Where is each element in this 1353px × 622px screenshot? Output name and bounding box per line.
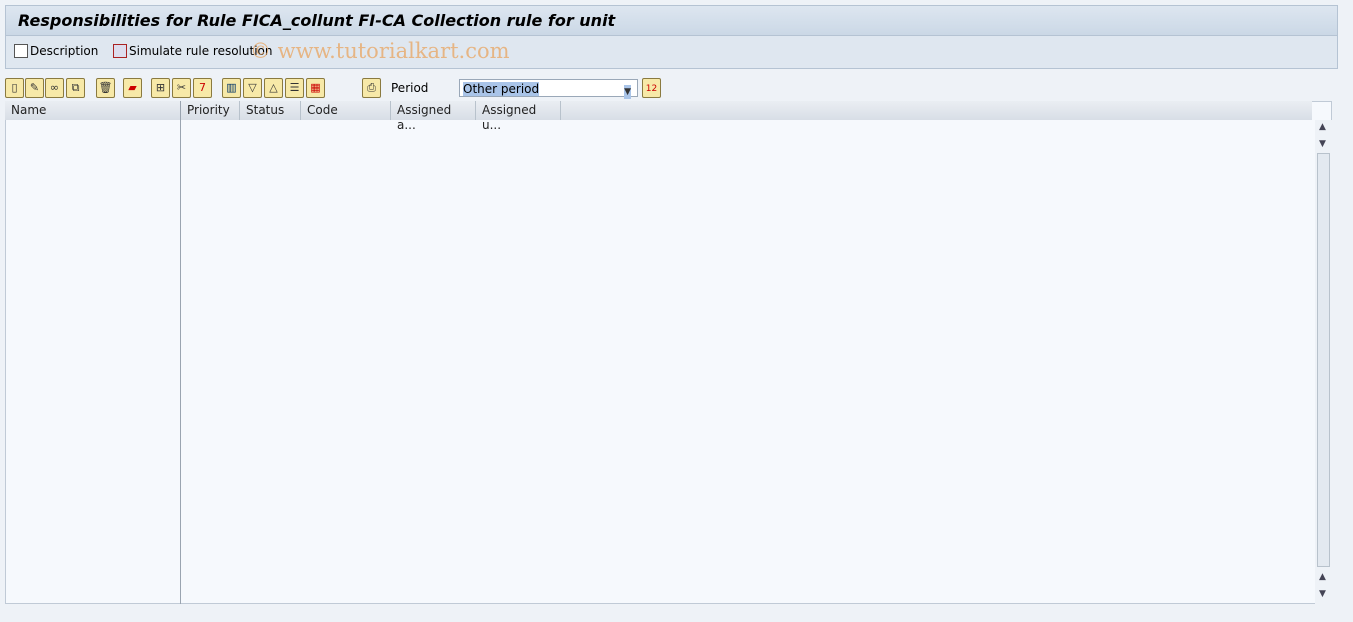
column-header-status[interactable]: Status — [240, 101, 301, 120]
layout-icon: ▦ — [310, 81, 321, 94]
hierarchy-button[interactable]: ⊞ — [151, 78, 170, 98]
period-value: Other period — [463, 82, 540, 96]
page-title: Responsibilities for Rule FICA_collunt F… — [18, 11, 616, 30]
copy-button[interactable]: ⧉ — [66, 78, 85, 98]
collapse-button[interactable]: △ — [264, 78, 283, 98]
description-label: Description — [30, 44, 99, 58]
column-header-name[interactable]: Name — [5, 101, 181, 120]
columns-icon: ▥ — [226, 81, 237, 94]
scroll-up-icon[interactable]: ▲ — [1319, 122, 1326, 132]
calendar-icon: 12 — [645, 84, 658, 94]
layout-button[interactable]: ▦ — [306, 78, 325, 98]
date-button[interactable]: 7 — [193, 78, 212, 98]
print-button[interactable]: ⎙ — [362, 78, 381, 98]
column-header-filler — [561, 101, 1312, 120]
display-button[interactable]: ∞ — [45, 78, 64, 98]
hierarchy-icon: ⊞ — [155, 81, 166, 94]
column-header-code[interactable]: Code — [301, 101, 391, 120]
display-icon: ∞ — [49, 81, 60, 94]
scroll-page-up-icon[interactable]: ▲ — [1319, 572, 1326, 582]
period-dropdown[interactable]: Other period ▼ — [459, 79, 638, 99]
create-icon: ▯ — [11, 81, 18, 94]
cut-button[interactable]: ✂ — [172, 78, 191, 98]
expand-button[interactable]: ▽ — [243, 78, 262, 98]
description-button[interactable]: Description — [14, 44, 98, 58]
column-header-priority[interactable]: Priority — [181, 101, 240, 120]
transport-icon: ▰ — [128, 81, 137, 94]
column-header-assigned-u[interactable]: Assigned u... — [476, 101, 561, 132]
date-icon: 7 — [199, 81, 206, 94]
cut-icon: ✂ — [176, 81, 187, 94]
title-bar: Responsibilities for Rule FICA_collunt F… — [5, 5, 1338, 36]
copy-icon: ⧉ — [71, 81, 80, 94]
document-icon — [14, 44, 28, 58]
application-toolbar: Description Simulate rule resolution — [5, 36, 1338, 69]
scroll-page-down-icon[interactable]: ▼ — [1319, 589, 1326, 599]
responsibilities-table — [5, 101, 1332, 604]
print-icon: ⎙ — [367, 81, 376, 94]
edit-button[interactable]: ✎ — [25, 78, 44, 98]
watermark: © www.tutorialkart.com — [250, 39, 510, 63]
columns-button[interactable]: ▥ — [222, 78, 241, 98]
transport-button[interactable]: ▰ — [123, 78, 142, 98]
calendar-button[interactable]: 12 — [642, 78, 661, 98]
pane-divider[interactable] — [180, 101, 181, 604]
chevron-down-icon: ▼ — [624, 85, 631, 99]
create-button[interactable]: ▯ — [5, 78, 24, 98]
delete-icon: 🗑 — [98, 81, 113, 94]
scrollbar-thumb[interactable] — [1317, 153, 1330, 567]
edit-icon: ✎ — [29, 81, 40, 94]
period-label: Period — [391, 81, 429, 95]
collapse-icon: △ — [269, 81, 278, 94]
scroll-down-icon[interactable]: ▼ — [1319, 139, 1326, 149]
list-icon: ☰ — [289, 81, 300, 94]
simulate-rule-resolution-button[interactable]: Simulate rule resolution — [113, 44, 272, 58]
delete-button[interactable]: 🗑 — [96, 78, 115, 98]
list-button[interactable]: ☰ — [285, 78, 304, 98]
expand-icon: ▽ — [248, 81, 257, 94]
column-header-assigned-a[interactable]: Assigned a... — [391, 101, 476, 132]
simulate-icon — [113, 44, 127, 58]
